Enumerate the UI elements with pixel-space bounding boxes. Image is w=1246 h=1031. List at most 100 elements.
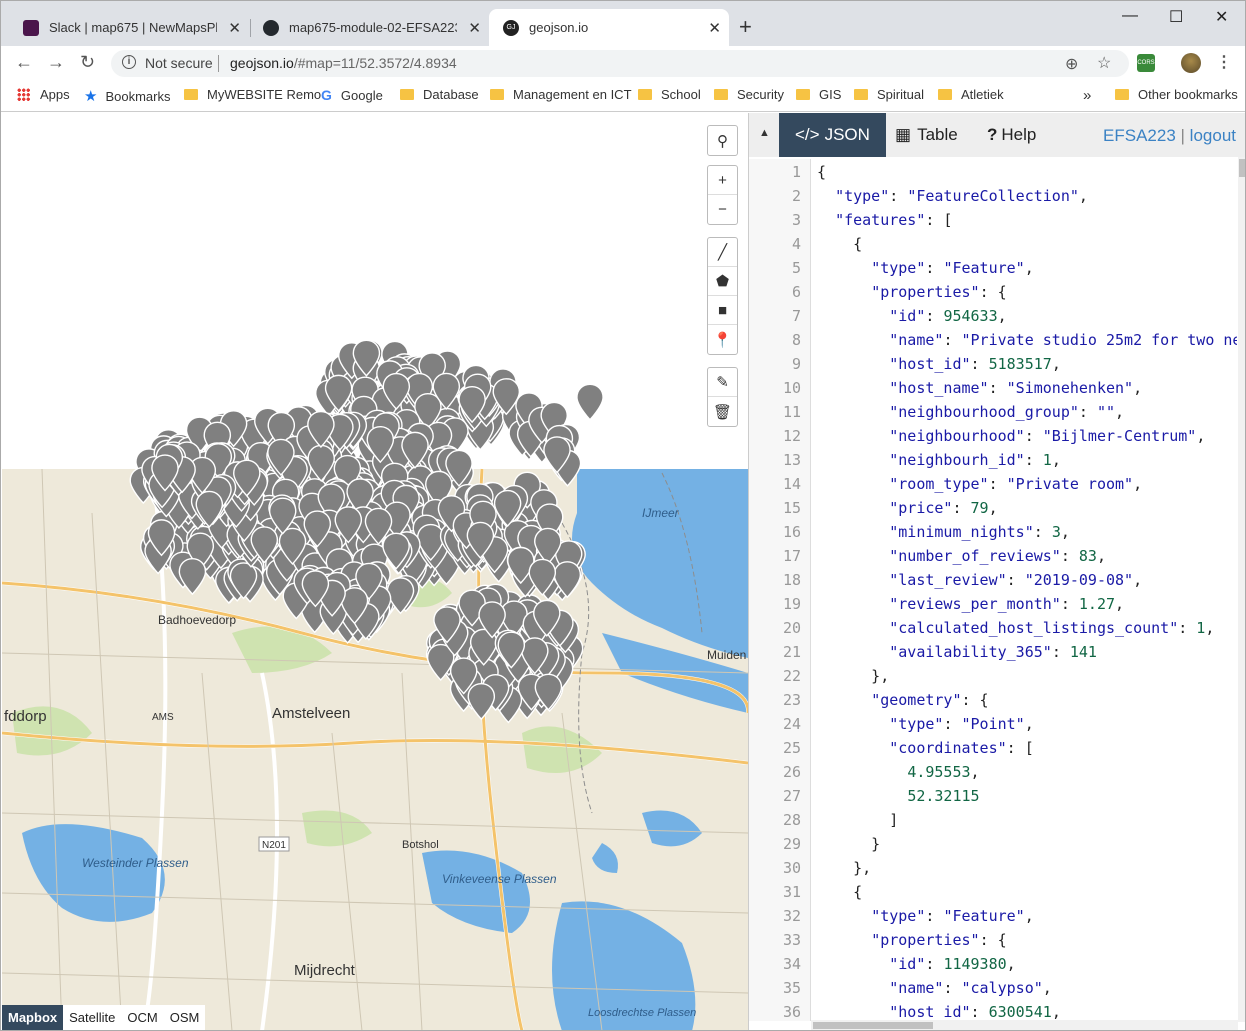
forward-button[interactable]: → (47, 52, 65, 73)
code-line: "last_review": "2019-09-08", (889, 571, 1143, 589)
maximize-button[interactable]: ☐ (1169, 7, 1183, 27)
code-line: }, (817, 667, 890, 685)
code-line: "id": 954633, (889, 307, 1007, 325)
bookmark-star-icon[interactable]: ☆ (1097, 53, 1111, 73)
code-line: "minimum_nights": 3, (889, 523, 1070, 541)
bookmark-atletiek[interactable]: Atletiek (938, 87, 1004, 102)
delete-icon[interactable]: 🗑 (708, 397, 737, 426)
close-tab-icon[interactable]: ✕ (708, 19, 721, 37)
reload-button[interactable]: ↻ (80, 52, 95, 73)
bookmark-spiritual[interactable]: Spiritual (854, 87, 924, 102)
tab-github[interactable]: map675-module-02-EFSA223/pa ✕ (249, 9, 489, 46)
line-number: 2 (791, 187, 801, 205)
bookmark-mywebsite[interactable]: MyWEBSITE Remo (184, 87, 321, 102)
code-line: "neighbourh_id": 1, (889, 451, 1061, 469)
folder-icon (1115, 89, 1129, 100)
map-canvas[interactable]: IJmeer Badhoevedorp AMS fddorp Amstelvee… (2, 113, 748, 1031)
draw-rectangle-icon[interactable]: ■ (708, 296, 737, 325)
bookmark-other[interactable]: Other bookmarks (1115, 87, 1238, 102)
zoom-icon[interactable]: ⊕ (1065, 54, 1078, 74)
slack-icon (23, 19, 39, 36)
bookmarks-bar: Apps ★ Bookmarks MyWEBSITE Remo G Google D… (1, 80, 1245, 112)
map-label-mijdrecht: Mijdrecht (294, 962, 356, 979)
bookmark-management[interactable]: Management en ICT (490, 87, 632, 102)
code-line: "type": "Feature", (871, 259, 1034, 277)
map-label-ijmeer: IJmeer (642, 506, 680, 520)
line-number: 4 (791, 235, 801, 253)
username-link[interactable]: EFSA223 (1103, 126, 1176, 145)
line-number: 24 (782, 715, 801, 733)
info-icon[interactable]: i (122, 55, 136, 69)
line-number: 13 (782, 451, 801, 469)
logout-link[interactable]: logout (1190, 126, 1236, 145)
horizontal-scrollbar[interactable] (811, 1020, 1238, 1030)
line-number: 14 (782, 475, 801, 493)
layer-satellite[interactable]: Satellite (63, 1005, 121, 1030)
zoom-out-button[interactable]: − (708, 195, 737, 224)
back-button[interactable]: ← (15, 52, 33, 73)
code-line: "price": 79, (889, 499, 998, 517)
profile-avatar[interactable] (1181, 53, 1201, 73)
layer-ocm[interactable]: OCM (121, 1005, 163, 1030)
line-number: 23 (782, 691, 801, 709)
tab-slack[interactable]: Slack | map675 | NewMapsPlus ✕ (9, 9, 249, 46)
code-line: "properties": { (871, 931, 1007, 949)
bookmark-google[interactable]: G Google (321, 87, 383, 103)
layer-osm[interactable]: OSM (164, 1005, 206, 1030)
close-window-button[interactable]: ✕ (1215, 7, 1228, 27)
vertical-scrollbar[interactable] (1238, 157, 1245, 1022)
search-icon[interactable]: ⚲ (708, 126, 737, 155)
code-line: "host_name": "Simonehenken", (889, 379, 1143, 397)
cors-extension-icon[interactable]: CORS (1137, 54, 1155, 72)
line-number: 11 (782, 403, 801, 421)
address-bar[interactable]: i Not secure geojson.io/#map=11/52.3572/… (111, 50, 1129, 77)
tab-geojson[interactable]: GJ geojson.io ✕ (489, 9, 729, 46)
github-icon (263, 19, 279, 36)
close-tab-icon[interactable]: ✕ (228, 19, 241, 37)
user-links: EFSA223 | logout (1103, 126, 1236, 145)
draw-marker-icon[interactable]: 📍 (708, 325, 737, 354)
line-number: 7 (791, 307, 801, 325)
menu-icon[interactable]: ⋮ (1216, 52, 1232, 72)
zoom-in-button[interactable]: + (708, 166, 737, 195)
layer-mapbox[interactable]: Mapbox (2, 1005, 64, 1030)
tab-help[interactable]: ? Help (971, 113, 1052, 157)
map-label-n201: N201 (262, 840, 286, 851)
code-line: }, (817, 859, 872, 877)
tab-json[interactable]: </> JSON (779, 113, 886, 157)
line-number: 35 (782, 979, 801, 997)
search-control[interactable]: ⚲ (707, 125, 738, 156)
line-number: 12 (782, 427, 801, 445)
code-line: } (817, 835, 881, 853)
bookmark-database[interactable]: Database (400, 87, 479, 102)
code-line: { (817, 883, 863, 901)
draw-line-icon[interactable]: ╱ (708, 238, 737, 267)
line-number: 34 (782, 955, 801, 973)
bookmark-gis[interactable]: GIS (796, 87, 841, 102)
more-bookmarks-button[interactable]: » (1083, 87, 1091, 104)
minimize-button[interactable]: — (1122, 7, 1138, 25)
listing-marker-icon[interactable] (576, 383, 604, 421)
map-label-muiden: Muiden (707, 648, 746, 662)
map-label-vinkeveense: Vinkeveense Plassen (442, 872, 557, 886)
bookmark-school[interactable]: School (638, 87, 701, 102)
bookmark-security[interactable]: Security (714, 87, 784, 102)
side-panel: ▲ </> JSON ▦ Table ? Help EFSA223 | logout … (748, 113, 1245, 1030)
line-number: 18 (782, 571, 801, 589)
code-line: "reviews_per_month": 1.27, (889, 595, 1125, 613)
line-number: 6 (791, 283, 801, 301)
bookmark-bookmarks[interactable]: ★ Bookmarks (84, 87, 170, 105)
browser-toolbar: ← → ↻ i Not secure geojson.io/#map=11/52… (1, 46, 1245, 80)
line-number: 28 (782, 811, 801, 829)
edit-icon[interactable]: ✎ (708, 368, 737, 397)
json-editor[interactable]: 1 {2 "type": "FeatureCollection", 3 "featu… (749, 159, 1237, 1021)
new-tab-button[interactable]: + (739, 14, 752, 40)
tab-table[interactable]: ▦ Table (879, 113, 974, 157)
panel-tabs: ▲ </> JSON ▦ Table ? Help EFSA223 | logout (749, 113, 1245, 157)
bookmark-apps[interactable]: Apps (17, 87, 70, 102)
close-tab-icon[interactable]: ✕ (468, 19, 481, 37)
map-view[interactable]: IJmeer Badhoevedorp AMS fddorp Amstelvee… (2, 113, 748, 1031)
collapse-panel-icon[interactable]: ▲ (759, 127, 770, 139)
draw-polygon-icon[interactable]: ⬟ (708, 267, 737, 296)
code-line: { (817, 235, 863, 253)
